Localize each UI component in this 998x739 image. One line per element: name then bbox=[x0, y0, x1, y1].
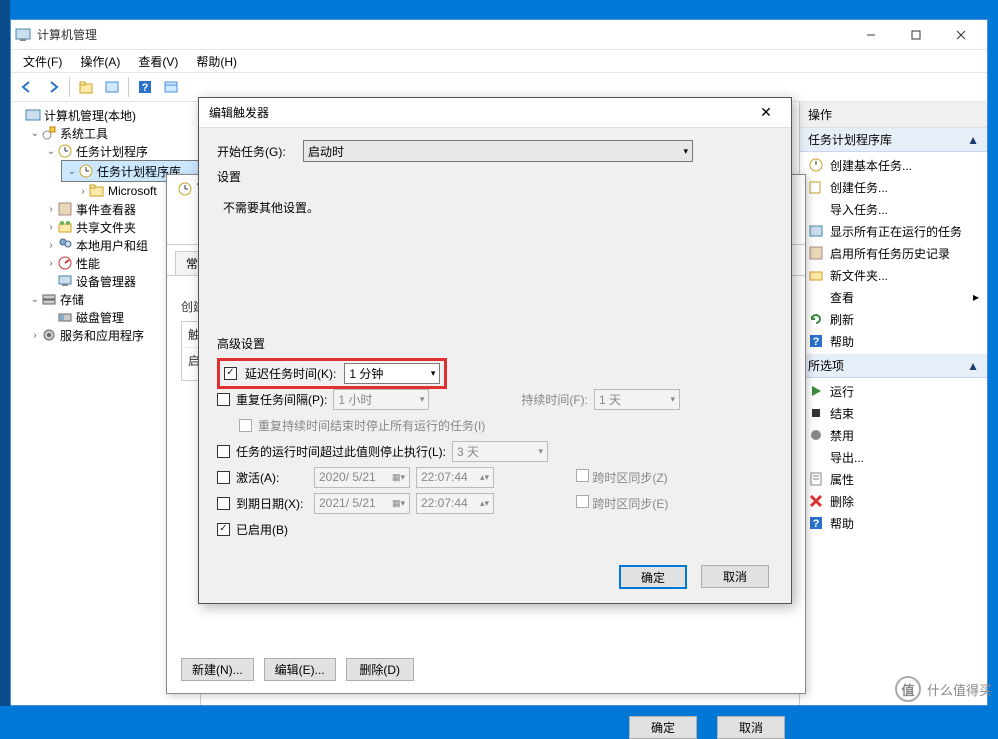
expire-label: 到期日期(X): bbox=[236, 495, 308, 512]
menu-view[interactable]: 查看(V) bbox=[130, 51, 186, 72]
svg-text:?: ? bbox=[142, 82, 149, 94]
back-button[interactable] bbox=[15, 75, 39, 99]
expire-checkbox[interactable] bbox=[217, 497, 230, 510]
watermark: 值 什么值得买 bbox=[895, 676, 992, 702]
action-enable-history[interactable]: 启用所有任务历史记录 bbox=[800, 242, 987, 264]
edit-trigger-dialog: 编辑触发器 ✕ 开始任务(G): 启动时▾ 设置 不需要其他设置。 高级设置 延… bbox=[198, 97, 792, 604]
repeat-checkbox[interactable] bbox=[217, 393, 230, 406]
actions-panel: 操作 任务计划程序库▲ 创建基本任务... 创建任务... 导入任务... 显示… bbox=[799, 102, 987, 705]
start-task-select[interactable]: 启动时▾ bbox=[303, 140, 693, 162]
action-delete[interactable]: 删除 bbox=[800, 490, 987, 512]
action-refresh[interactable]: 刷新 bbox=[800, 308, 987, 330]
activate-date-input: 2020/ 5/21▦▾ bbox=[314, 467, 410, 488]
stop-over-label: 任务的运行时间超过此值则停止执行(L): bbox=[236, 443, 446, 460]
duration-select: 1 天▾ bbox=[594, 389, 680, 410]
forward-button[interactable] bbox=[41, 75, 65, 99]
action-new-folder[interactable]: 新文件夹... bbox=[800, 264, 987, 286]
action-import[interactable]: 导入任务... bbox=[800, 198, 987, 220]
extra-button[interactable] bbox=[159, 75, 183, 99]
chevron-down-icon: ▾ bbox=[664, 394, 675, 405]
new-button[interactable]: 新建(N)... bbox=[181, 658, 254, 681]
start-task-label: 开始任务(G): bbox=[217, 143, 295, 160]
action-run[interactable]: 运行 bbox=[800, 380, 987, 402]
collapse-icon[interactable]: ▲ bbox=[967, 133, 979, 147]
actions-header: 操作 bbox=[800, 102, 987, 128]
chevron-down-icon: ▾ bbox=[532, 446, 543, 457]
tree-root[interactable]: 计算机管理(本地) bbox=[13, 106, 200, 124]
action-create-task[interactable]: 创建任务... bbox=[800, 176, 987, 198]
dialog-title: 编辑触发器 bbox=[209, 104, 751, 121]
advanced-label: 高级设置 bbox=[217, 335, 773, 352]
view-button[interactable] bbox=[100, 75, 124, 99]
window-title: 计算机管理 bbox=[37, 26, 848, 43]
delete-button[interactable]: 删除(D) bbox=[346, 658, 414, 681]
actions-section-library[interactable]: 任务计划程序库▲ bbox=[800, 128, 987, 152]
expire-date-input: 2021/ 5/21▦▾ bbox=[314, 493, 410, 514]
action-disable[interactable]: 禁用 bbox=[800, 424, 987, 446]
action-view[interactable]: 查看▸ bbox=[800, 286, 987, 308]
help-button[interactable]: ? bbox=[133, 75, 157, 99]
delay-select[interactable]: 1 分钟▾ bbox=[344, 363, 440, 384]
no-other-settings: 不需要其他设置。 bbox=[223, 201, 319, 215]
up-button[interactable] bbox=[74, 75, 98, 99]
ok-button[interactable]: 确定 bbox=[619, 565, 687, 589]
expire-time-input: 22:07:44▴▾ bbox=[416, 493, 494, 514]
action-help[interactable]: ?帮助 bbox=[800, 330, 987, 352]
chevron-down-icon: ▾ bbox=[425, 368, 436, 379]
action-help2[interactable]: ?帮助 bbox=[800, 512, 987, 534]
delay-label: 延迟任务时间(K): bbox=[245, 365, 336, 382]
props-cancel-button[interactable]: 取消 bbox=[717, 716, 785, 739]
activate-label: 激活(A): bbox=[236, 469, 308, 486]
action-create-basic[interactable]: 创建基本任务... bbox=[800, 154, 987, 176]
menu-help[interactable]: 帮助(H) bbox=[188, 51, 245, 72]
svg-text:?: ? bbox=[813, 336, 820, 348]
activate-checkbox[interactable] bbox=[217, 471, 230, 484]
menu-action[interactable]: 操作(A) bbox=[72, 51, 128, 72]
duration-label: 持续时间(F): bbox=[521, 391, 588, 408]
stop-over-select: 3 天▾ bbox=[452, 441, 548, 462]
tree-tasksched[interactable]: ⌄任务计划程序 bbox=[45, 142, 200, 160]
maximize-button[interactable] bbox=[893, 20, 938, 49]
calendar-icon: ▦▾ bbox=[386, 498, 405, 509]
chevron-down-icon: ▾ bbox=[683, 146, 688, 157]
actions-section-selected[interactable]: 所选项▲ bbox=[800, 354, 987, 378]
enabled-label: 已启用(B) bbox=[236, 521, 288, 538]
activate-time-input: 22:07:44▴▾ bbox=[416, 467, 494, 488]
cancel-button[interactable]: 取消 bbox=[701, 565, 769, 588]
enabled-checkbox[interactable] bbox=[217, 523, 230, 536]
watermark-icon: 值 bbox=[895, 676, 921, 702]
clock-icon bbox=[177, 181, 193, 197]
stop-running-label: 重复持续时间结束时停止所有运行的任务(I) bbox=[258, 417, 485, 434]
settings-label: 设置 bbox=[217, 168, 773, 185]
tree-systools[interactable]: ⌄系统工具 bbox=[29, 124, 200, 142]
calendar-icon: ▦▾ bbox=[386, 472, 405, 483]
repeat-select: 1 小时▾ bbox=[333, 389, 429, 410]
stop-running-checkbox bbox=[239, 419, 252, 432]
collapse-icon[interactable]: ▲ bbox=[967, 359, 979, 373]
menu-file[interactable]: 文件(F) bbox=[15, 51, 70, 72]
props-ok-button[interactable]: 确定 bbox=[629, 716, 697, 739]
action-properties[interactable]: 属性 bbox=[800, 468, 987, 490]
tz-z-checkbox bbox=[576, 469, 589, 482]
minimize-button[interactable] bbox=[848, 20, 893, 49]
menubar: 文件(F) 操作(A) 查看(V) 帮助(H) bbox=[11, 50, 987, 72]
stop-over-checkbox[interactable] bbox=[217, 445, 230, 458]
action-export[interactable]: 导出... bbox=[800, 446, 987, 468]
chevron-down-icon: ▾ bbox=[414, 394, 425, 405]
dialog-close-button[interactable]: ✕ bbox=[751, 104, 781, 121]
action-end[interactable]: 结束 bbox=[800, 402, 987, 424]
action-show-running[interactable]: 显示所有正在运行的任务 bbox=[800, 220, 987, 242]
spinner-icon: ▴▾ bbox=[474, 472, 489, 483]
tz-e-checkbox bbox=[576, 495, 589, 508]
close-button[interactable] bbox=[938, 20, 983, 49]
edit-button[interactable]: 编辑(E)... bbox=[264, 658, 336, 681]
delay-checkbox[interactable] bbox=[224, 367, 237, 380]
repeat-label: 重复任务间隔(P): bbox=[236, 391, 327, 408]
app-icon bbox=[15, 27, 31, 43]
titlebar: 计算机管理 bbox=[11, 20, 987, 50]
svg-text:?: ? bbox=[813, 518, 820, 530]
spinner-icon: ▴▾ bbox=[474, 498, 489, 509]
chevron-right-icon: ▸ bbox=[973, 290, 979, 304]
